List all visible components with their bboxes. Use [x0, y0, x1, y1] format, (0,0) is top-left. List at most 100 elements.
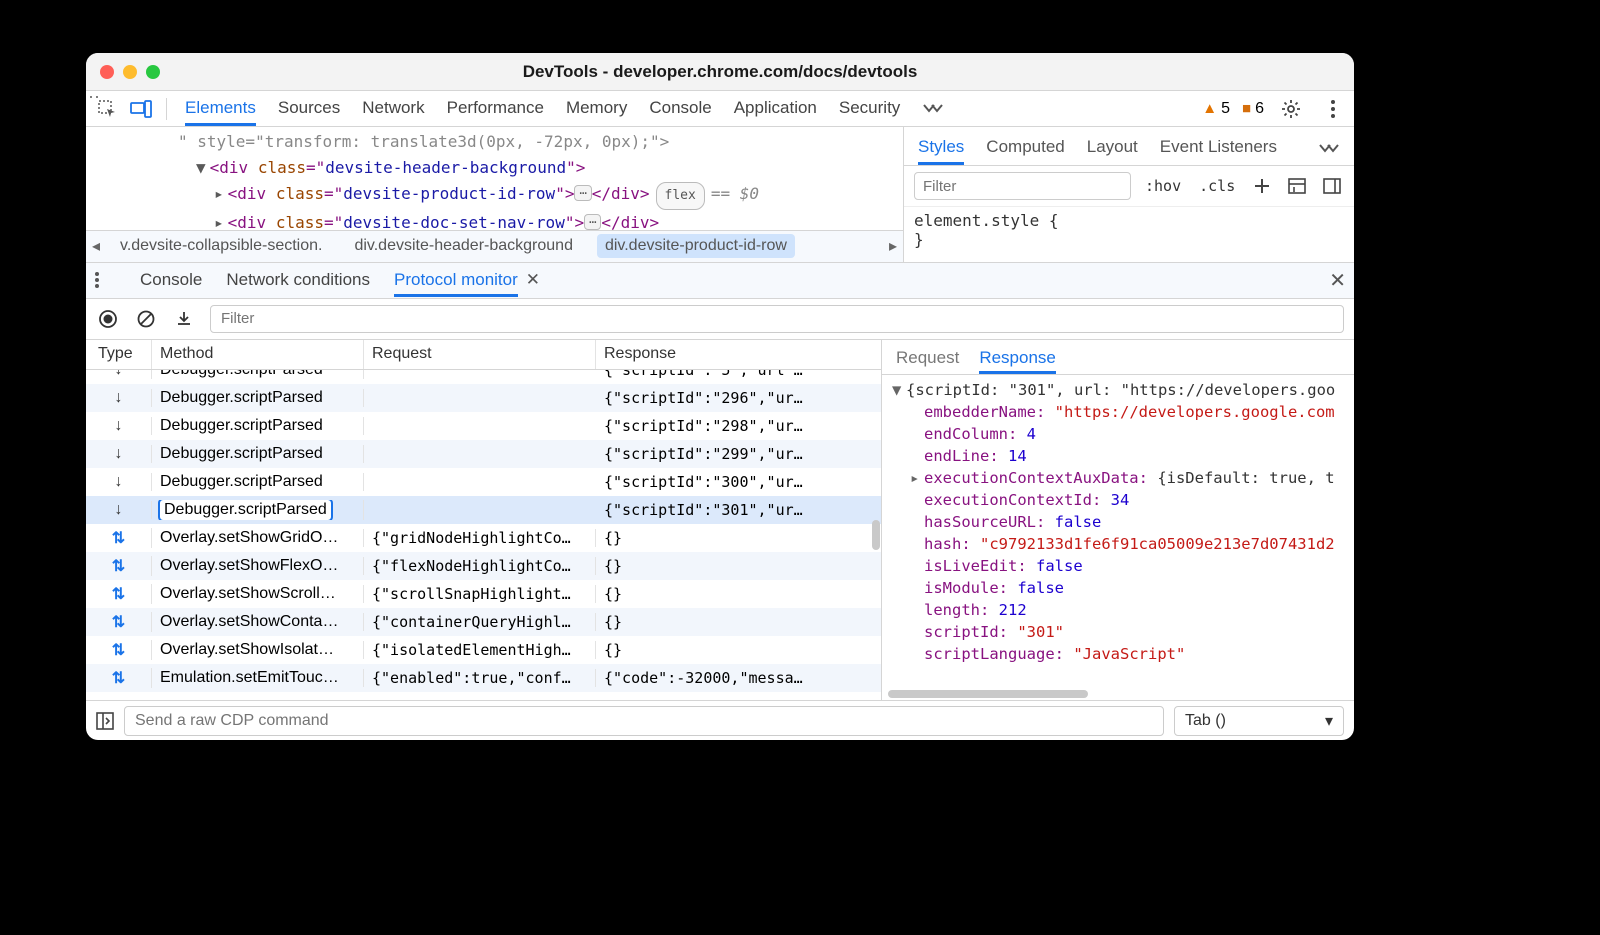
settings-icon[interactable] [1276, 94, 1306, 124]
styles-tab-layout[interactable]: Layout [1087, 133, 1138, 165]
dom-line-2[interactable]: ▸<div class="devsite-product-id-row">⋯</… [86, 181, 903, 210]
more-tabs-icon[interactable] [922, 102, 944, 116]
col-header-response[interactable]: Response [596, 340, 881, 369]
cell-request: {"enabled":true,"conf… [364, 669, 596, 687]
hov-toggle-button[interactable]: :hov [1141, 175, 1185, 197]
drawer-tab-console[interactable]: Console [140, 264, 202, 296]
warning-icon: ▲ [1202, 100, 1217, 117]
chevron-down-icon: ▾ [1325, 711, 1333, 731]
more-menu-icon[interactable] [1318, 94, 1348, 124]
target-selector[interactable]: Tab ()▾ [1174, 706, 1344, 736]
minimize-window-button[interactable] [123, 65, 137, 79]
tab-security[interactable]: Security [839, 92, 900, 126]
arrow-down-icon: ↓ [86, 370, 152, 379]
styles-more-tabs-icon[interactable] [1318, 142, 1340, 156]
table-row[interactable]: ⇅Overlay.setShowIsolat…{"isolatedElement… [86, 636, 881, 664]
cell-method: Emulation.setEmitTouc… [152, 669, 364, 687]
window-title: DevTools - developer.chrome.com/docs/dev… [86, 62, 1354, 82]
zoom-window-button[interactable] [146, 65, 160, 79]
cdp-command-input[interactable] [124, 706, 1164, 736]
detail-tab-request[interactable]: Request [896, 346, 959, 374]
tab-network[interactable]: Network [362, 92, 424, 126]
dom-line-0: " style="transform: translate3d(0px, -72… [86, 129, 903, 155]
table-row[interactable]: ⇅Emulation.setEmitTouc…{"enabled":true,"… [86, 664, 881, 692]
table-row[interactable]: ↓Debugger.scriptParsed{"scriptId":"300",… [86, 468, 881, 496]
table-row[interactable]: ⇅Overlay.setShowScroll…{"scrollSnapHighl… [86, 580, 881, 608]
device-toolbar-icon[interactable] [126, 94, 156, 124]
warnings-count: 5 [1221, 100, 1230, 118]
drawer-more-icon[interactable] [94, 271, 116, 289]
clear-icon[interactable] [134, 307, 158, 331]
new-style-rule-icon[interactable] [1249, 173, 1274, 199]
breadcrumb-scroll-left-icon[interactable]: ◂ [86, 236, 106, 256]
col-header-type[interactable]: Type [86, 340, 152, 369]
close-window-button[interactable] [100, 65, 114, 79]
cell-method: Overlay.setShowGridO… [152, 529, 364, 547]
styles-tab-eventlisteners[interactable]: Event Listeners [1160, 133, 1277, 165]
computed-styles-sidebar-icon[interactable] [1284, 173, 1309, 199]
save-icon[interactable] [172, 307, 196, 331]
close-drawer-icon[interactable]: ✕ [1329, 268, 1346, 293]
breadcrumb-scroll-right-icon[interactable]: ▸ [883, 236, 903, 256]
table-row[interactable]: ↓Debugger.scriptParsed{"scriptId":"301",… [86, 496, 881, 524]
drawer-tab-network-conditions[interactable]: Network conditions [226, 264, 370, 296]
tab-performance[interactable]: Performance [447, 92, 544, 126]
pm-rows[interactable]: ↓Debugger.scriptParsed{"scriptId":"5","u… [86, 370, 881, 701]
flex-badge[interactable]: flex [656, 182, 705, 210]
arrow-down-icon: ↓ [86, 417, 152, 435]
col-header-request[interactable]: Request [364, 340, 596, 369]
close-tab-icon[interactable]: ✕ [526, 270, 540, 290]
tab-application[interactable]: Application [734, 92, 817, 126]
table-row[interactable]: ⇅Overlay.setShowFlexO…{"flexNodeHighligh… [86, 552, 881, 580]
styles-tab-styles[interactable]: Styles [918, 133, 964, 165]
dom-tree[interactable]: " style="transform: translate3d(0px, -72… [86, 127, 903, 230]
arrow-both-icon: ⇅ [86, 668, 152, 688]
arrow-both-icon: ⇅ [86, 528, 152, 548]
col-header-method[interactable]: Method [152, 340, 364, 369]
cell-method: Overlay.setShowFlexO… [152, 557, 364, 575]
issues-badge[interactable]: ■ 6 [1242, 100, 1264, 118]
record-icon[interactable] [96, 307, 120, 331]
table-row[interactable]: ↓Debugger.scriptParsed{"scriptId":"299",… [86, 440, 881, 468]
toggle-editor-icon[interactable] [96, 712, 114, 730]
styles-tab-computed[interactable]: Computed [986, 133, 1064, 165]
tab-elements[interactable]: Elements [185, 92, 256, 126]
arrow-down-icon: ↓ [86, 389, 152, 407]
detail-tab-response[interactable]: Response [979, 346, 1056, 374]
dom-line-3[interactable]: ▸<div class="devsite-doc-set-nav-row">⋯<… [86, 210, 903, 230]
main-tabs: Elements Sources Network Performance Mem… [185, 92, 900, 126]
grid-scrollbar[interactable] [872, 520, 880, 550]
cell-response: {} [596, 613, 881, 631]
table-row[interactable]: ↓Debugger.scriptParsed{"scriptId":"5","u… [86, 370, 881, 384]
breadcrumb-seg-0[interactable]: v.devsite-collapsible-section. [112, 234, 330, 258]
cls-toggle-button[interactable]: .cls [1195, 175, 1239, 197]
tab-sources[interactable]: Sources [278, 92, 340, 126]
dom-line-1[interactable]: ▼<div class="devsite-header-background"> [86, 155, 903, 181]
styles-body[interactable]: element.style { } [904, 207, 1354, 255]
ellipsis-icon[interactable]: ⋯ [584, 214, 601, 230]
pm-filter-input[interactable] [210, 305, 1344, 333]
drawer-tab-protocol-monitor[interactable]: Protocol monitor [394, 264, 518, 297]
breadcrumb-seg-2[interactable]: div.devsite-product-id-row [597, 234, 795, 258]
dom-panel: ⋯ " style="transform: translate3d(0px, -… [86, 127, 904, 262]
table-row[interactable]: ↓Debugger.scriptParsed{"scriptId":"298",… [86, 412, 881, 440]
json-scrollbar[interactable] [888, 690, 1088, 698]
warnings-badge[interactable]: ▲ 5 [1202, 100, 1230, 118]
breadcrumb-seg-1[interactable]: div.devsite-header-background [346, 234, 581, 258]
tab-console[interactable]: Console [649, 92, 711, 126]
table-row[interactable]: ⇅Overlay.setShowConta…{"containerQueryHi… [86, 608, 881, 636]
main-toolbar: Elements Sources Network Performance Mem… [86, 91, 1354, 127]
cell-method: Debugger.scriptParsed [152, 389, 364, 407]
overflow-ellipsis-icon[interactable]: ⋯ [86, 87, 100, 108]
table-row[interactable]: ⇅Overlay.setShowGridO…{"gridNodeHighligh… [86, 524, 881, 552]
toggle-sidebar-icon[interactable] [1319, 173, 1344, 199]
pm-json[interactable]: ▼{scriptId: "301", url: "https://develop… [882, 375, 1354, 701]
ellipsis-icon[interactable]: ⋯ [574, 185, 591, 201]
drawer-tabs: Console Network conditions Protocol moni… [86, 263, 1354, 299]
table-row[interactable]: ↓Debugger.scriptParsed{"scriptId":"296",… [86, 384, 881, 412]
styles-filter-input[interactable] [914, 172, 1131, 200]
styles-panel: Styles Computed Layout Event Listeners :… [904, 127, 1354, 262]
cell-response: {"scriptId":"5","url"… [596, 370, 881, 379]
toolbar-right: ▲ 5 ■ 6 [1202, 94, 1348, 124]
tab-memory[interactable]: Memory [566, 92, 627, 126]
